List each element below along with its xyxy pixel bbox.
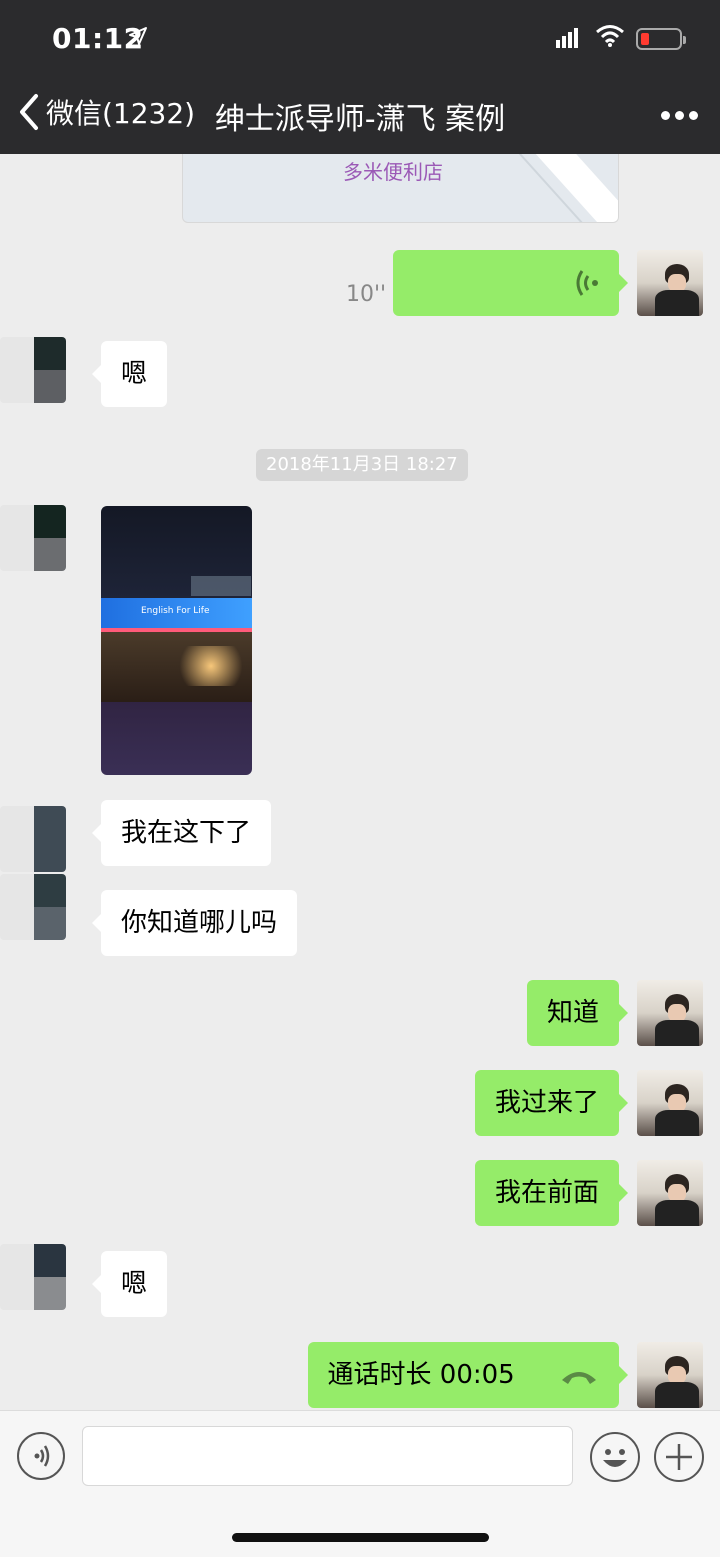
message-input[interactable]: [82, 1426, 573, 1486]
signal-icon: [556, 28, 580, 48]
call-duration-text: 通话时长 00:05: [327, 1360, 515, 1390]
photo-sign-text: English For Life: [141, 606, 210, 616]
emoji-icon: [603, 1449, 627, 1467]
plus-button[interactable]: [654, 1432, 704, 1482]
location-name: 多米便利店: [343, 160, 443, 184]
photo-message[interactable]: English For Life: [101, 506, 252, 775]
home-indicator: [232, 1533, 489, 1542]
message-bubble[interactable]: 我过来了: [474, 1070, 629, 1136]
battery-icon: [636, 28, 686, 50]
avatar[interactable]: [637, 250, 703, 316]
voice-duration: 10'': [346, 282, 387, 307]
avatar[interactable]: [637, 1342, 703, 1408]
voice-message[interactable]: [393, 250, 628, 316]
phone-icon: [562, 1371, 596, 1384]
avatar[interactable]: [637, 980, 703, 1046]
message-bubble[interactable]: 嗯: [91, 1251, 168, 1317]
avatar[interactable]: [0, 806, 66, 872]
page-title: 绅士派导师-潇飞 案例: [214, 102, 506, 137]
avatar[interactable]: [0, 337, 66, 403]
call-record-bubble[interactable]: 通话时长 00:05: [307, 1342, 629, 1408]
emoji-button[interactable]: [590, 1432, 640, 1482]
message-bubble[interactable]: 知道: [526, 980, 629, 1046]
voice-input-icon: [34, 1445, 50, 1467]
avatar[interactable]: [637, 1160, 703, 1226]
message-bubble[interactable]: 你知道哪儿吗: [91, 890, 298, 956]
chat-area[interactable]: 多米便利店 10'' 嗯 2018年11月3日 18:27 English Fo…: [0, 154, 720, 1410]
voice-input-button[interactable]: [17, 1432, 65, 1480]
message-bubble[interactable]: 我在前面: [474, 1160, 629, 1226]
avatar[interactable]: [0, 505, 66, 571]
avatar[interactable]: [0, 874, 66, 940]
input-bar: [0, 1410, 720, 1557]
location-arrow-icon: [129, 27, 147, 45]
plus-icon: [666, 1444, 692, 1470]
message-bubble[interactable]: 我在这下了: [91, 800, 272, 866]
avatar[interactable]: [637, 1070, 703, 1136]
avatar[interactable]: [0, 1244, 66, 1310]
voice-wave-icon: [576, 270, 598, 296]
message-bubble[interactable]: 嗯: [91, 341, 168, 407]
more-icon[interactable]: [656, 105, 698, 124]
chat-header: 01:12 微信(1232) 绅士派导师-潇飞 案例: [0, 0, 720, 154]
timestamp: 2018年11月3日 18:27: [256, 449, 468, 481]
location-card[interactable]: 多米便利店: [182, 154, 619, 223]
wifi-icon: [596, 25, 624, 47]
